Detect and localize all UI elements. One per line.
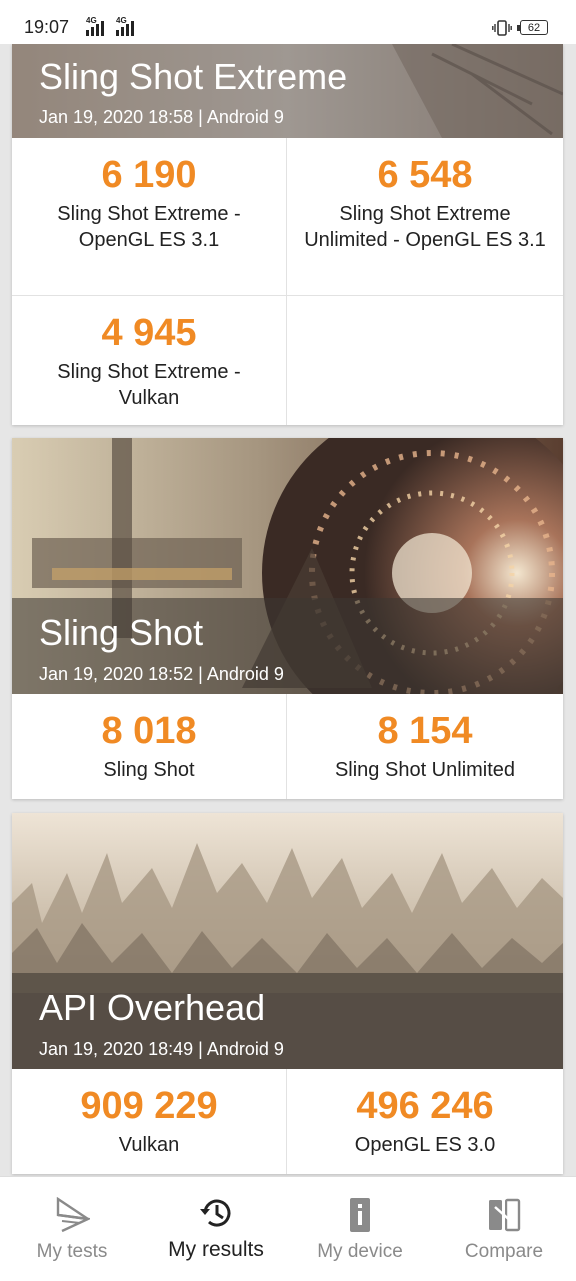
nav-my-device[interactable]: My device: [288, 1177, 432, 1281]
card-banner: Sling Shot Extreme Jan 19, 2020 18:58 | …: [12, 44, 563, 138]
nav-label: My results: [168, 1238, 264, 1261]
3dmark-logo-icon: [56, 1197, 90, 1233]
score-value: 6 190: [101, 154, 197, 196]
card-subtitle: Jan 19, 2020 18:49 | Android 9: [39, 1039, 284, 1059]
card-title: Sling Shot: [39, 612, 204, 653]
score-value: 6 548: [377, 154, 473, 196]
score-value: 8 154: [377, 710, 473, 752]
card-title: API Overhead: [39, 987, 266, 1028]
result-cell[interactable]: 6 548 Sling Shot Extreme Unlimited - Ope…: [287, 138, 563, 295]
score-value: 496 246: [356, 1085, 494, 1127]
compare-icon: [489, 1197, 521, 1233]
history-icon: [200, 1199, 231, 1227]
score-label: Sling Shot Extreme Unlimited - OpenGL ES…: [304, 203, 546, 251]
signal-icon: 4G: [86, 16, 104, 36]
battery-icon: 62: [517, 20, 548, 35]
result-cell[interactable]: 909 229 Vulkan: [12, 1069, 286, 1174]
score-label: Vulkan: [118, 1134, 180, 1156]
result-cell[interactable]: 4 945 Sling Shot Extreme - Vulkan: [12, 296, 286, 425]
result-card-api-overhead[interactable]: API Overhead Jan 19, 2020 18:49 | Androi…: [12, 813, 563, 1174]
result-cell[interactable]: 8 154 Sling Shot Unlimited: [287, 694, 563, 799]
card-banner: Sling Shot Jan 19, 2020 18:52 | Android …: [12, 438, 563, 694]
result-cell[interactable]: 6 190 Sling Shot Extreme - OpenGL ES 3.1: [12, 138, 286, 295]
score-label: Sling Shot Extreme - OpenGL ES 3.1: [57, 203, 241, 251]
vibrate-icon: [492, 20, 512, 36]
results-row: 909 229 Vulkan 496 246 OpenGL ES 3.0: [12, 1069, 563, 1174]
result-card-sling-shot[interactable]: Sling Shot Jan 19, 2020 18:52 | Android …: [12, 438, 563, 799]
nav-label: Compare: [464, 1241, 544, 1262]
card-title: Sling Shot Extreme: [39, 56, 348, 97]
result-cell[interactable]: 496 246 OpenGL ES 3.0: [287, 1069, 563, 1174]
empty-cell: [287, 296, 563, 425]
results-row: 6 190 Sling Shot Extreme - OpenGL ES 3.1…: [12, 138, 563, 295]
signal-icon: 4G: [116, 16, 134, 36]
nav-compare[interactable]: Compare: [432, 1177, 576, 1281]
nav-my-tests[interactable]: My tests: [0, 1177, 144, 1281]
card-subtitle: Jan 19, 2020 18:52 | Android 9: [39, 664, 284, 684]
score-value: 4 945: [101, 312, 197, 354]
nav-label: My tests: [36, 1241, 108, 1262]
bottom-navigation: My tests My results My device Compare: [0, 1176, 576, 1281]
results-row: 8 018 Sling Shot 8 154 Sling Shot Unlimi…: [12, 694, 563, 799]
device-info-icon: [350, 1198, 370, 1232]
score-value: 909 229: [80, 1085, 218, 1127]
result-cell[interactable]: 8 018 Sling Shot: [12, 694, 286, 799]
results-row: 4 945 Sling Shot Extreme - Vulkan: [12, 296, 563, 425]
score-label: OpenGL ES 3.0: [354, 1134, 496, 1156]
score-label: Sling Shot Extreme - Vulkan: [57, 361, 241, 409]
status-time: 19:07: [24, 17, 70, 37]
status-bar: 19:07 4G 4G 62: [0, 0, 576, 44]
nav-my-results[interactable]: My results: [144, 1177, 288, 1281]
nav-label: My device: [317, 1241, 403, 1262]
result-card-sling-shot-extreme[interactable]: Sling Shot Extreme Jan 19, 2020 18:58 | …: [12, 44, 563, 425]
score-value: 8 018: [101, 710, 197, 752]
score-label: Sling Shot: [103, 759, 195, 781]
card-subtitle: Jan 19, 2020 18:58 | Android 9: [39, 107, 284, 127]
score-label: Sling Shot Unlimited: [334, 759, 516, 781]
card-banner: API Overhead Jan 19, 2020 18:49 | Androi…: [12, 813, 563, 1069]
